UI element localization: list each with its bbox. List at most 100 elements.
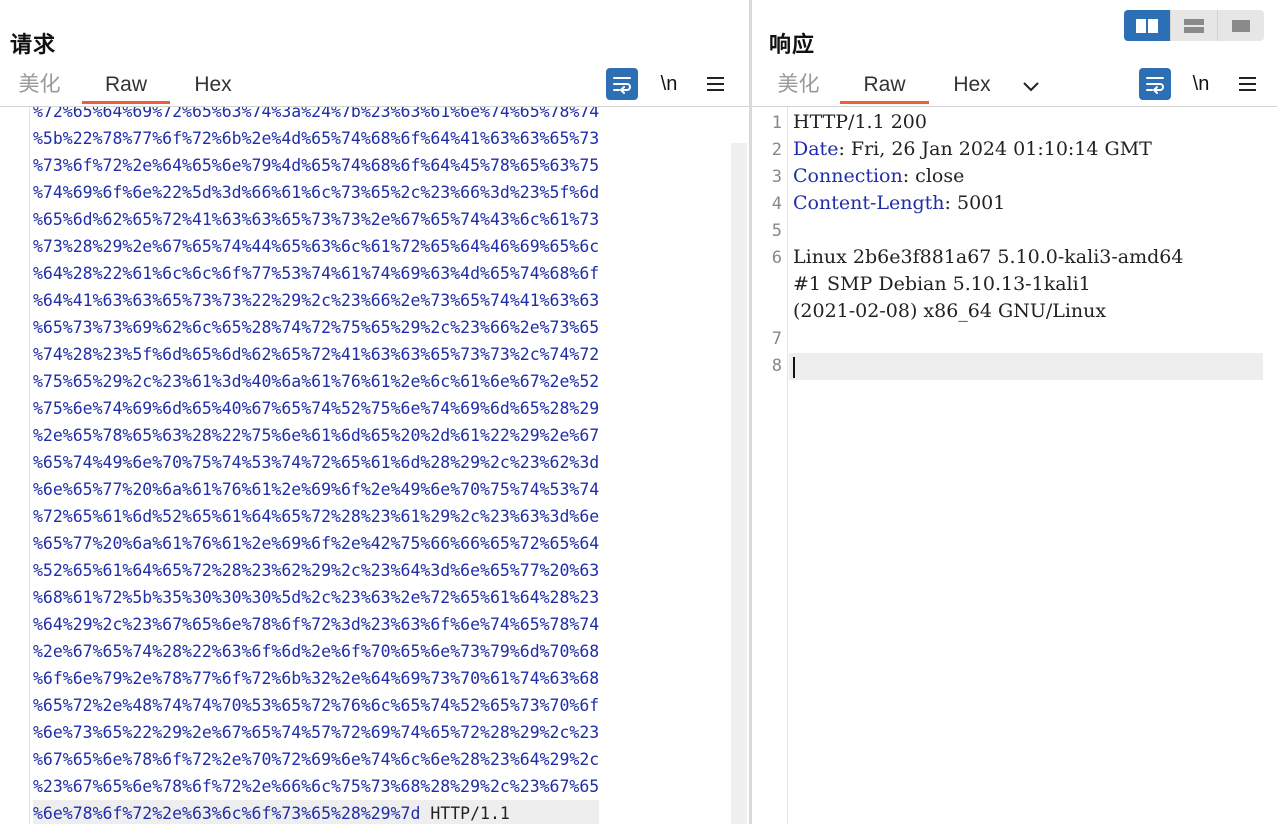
request-line: %23%67%65%6e%78%6f%72%2e%66%6c%75%73%68%… <box>33 773 599 800</box>
request-line: %2e%65%78%65%63%28%22%75%6e%61%6d%65%20%… <box>33 422 599 449</box>
request-line: %6e%65%77%20%6a%61%76%61%2e%69%6f%2e%49%… <box>33 476 599 503</box>
encoded-payload-text: %74%69%6f%6e%22%5d%3d%66%61%6c%73%65%2c%… <box>33 183 600 202</box>
wrap-lines-button[interactable] <box>1139 68 1171 100</box>
menu-icon-bar <box>1238 89 1256 91</box>
encoded-payload-text: %64%28%22%61%6c%6c%6f%77%53%74%61%74%69%… <box>33 264 600 283</box>
encoded-payload-text: %6e%65%77%20%6a%61%76%61%2e%69%6f%2e%49%… <box>33 480 600 499</box>
request-editor[interactable]: %72%65%64%69%72%65%63%74%3a%24%7b%23%63%… <box>0 107 749 824</box>
request-line: %6e%73%65%22%29%2e%67%65%74%57%72%69%74%… <box>33 719 599 746</box>
header-value: Fri, 26 Jan 2024 01:10:14 GMT <box>844 138 1152 160</box>
request-pane: 请求 美化 Raw Hex \n %72%65%64%69%72%65%63%7… <box>0 0 749 824</box>
request-line: %65%73%73%69%62%6c%65%28%74%72%75%65%29%… <box>33 314 599 341</box>
request-line: %52%65%61%64%65%72%28%23%62%29%2c%23%64%… <box>33 557 599 584</box>
encoded-payload-text: %73%6f%72%2e%64%65%6e%79%4d%65%74%68%6f%… <box>33 156 600 175</box>
encoded-payload-text: %74%28%23%5f%6d%65%6d%62%65%72%41%63%63%… <box>33 345 600 364</box>
request-lines: %72%65%64%69%72%65%63%74%3a%24%7b%23%63%… <box>33 107 600 824</box>
encoded-payload-text: %64%29%2c%23%67%65%6e%78%6f%72%3d%23%63%… <box>33 615 600 634</box>
line-number: 7 <box>771 329 782 349</box>
menu-icon-bar <box>706 83 724 85</box>
line-number: 6 <box>771 248 782 268</box>
request-line: %6f%6e%79%2e%78%77%6f%72%6b%32%2e%64%69%… <box>33 665 599 692</box>
columns-icon <box>1136 18 1158 33</box>
encoded-payload-text: %75%65%29%2c%23%61%3d%40%6a%61%76%61%2e%… <box>33 372 600 391</box>
request-line: %72%65%61%6d%52%65%61%64%65%72%28%23%61%… <box>33 503 599 530</box>
encoded-payload-text: %2e%67%65%74%28%22%63%6f%6d%2e%6f%70%65%… <box>33 642 600 661</box>
request-scrollbar[interactable] <box>731 143 747 824</box>
header-key: Date <box>793 138 839 160</box>
encoded-payload-text: %65%74%49%6e%70%75%74%53%74%72%65%61%6d%… <box>33 453 600 472</box>
encoded-payload-text: %64%41%63%63%65%73%73%22%29%2c%23%66%2e%… <box>33 291 600 310</box>
header-value: 5001 <box>950 192 1006 214</box>
request-line: %75%65%29%2c%23%61%3d%40%6a%61%76%61%2e%… <box>33 368 599 395</box>
request-line: %73%28%29%2e%67%65%74%44%65%63%6c%61%72%… <box>33 233 599 260</box>
encoded-payload-text: %65%77%20%6a%61%76%61%2e%69%6f%2e%42%75%… <box>33 534 600 553</box>
request-line: %65%74%49%6e%70%75%74%53%74%72%65%61%6d%… <box>33 449 599 476</box>
response-title: 响应 <box>769 33 816 58</box>
request-line: %64%29%2c%23%67%65%6e%78%6f%72%3d%23%63%… <box>33 611 599 638</box>
request-line: %64%28%22%61%6c%6c%6f%77%53%74%61%74%69%… <box>33 260 599 287</box>
layout-tabs-button[interactable] <box>1217 10 1264 41</box>
layout-toggle <box>1124 10 1264 41</box>
header-key: Connection <box>793 165 903 187</box>
encoded-payload-text: %2e%65%78%65%63%28%22%75%6e%61%6d%65%20%… <box>33 426 600 445</box>
show-newlines-button[interactable]: \n <box>1185 68 1217 100</box>
header-line: Date: Fri, 26 Jan 2024 01:10:14 GMT <box>793 138 1152 160</box>
layout-side-by-side-button[interactable] <box>1124 10 1170 41</box>
header-key: Content-Length <box>793 192 945 214</box>
request-menu-button[interactable] <box>699 68 731 100</box>
status-line: HTTP/1.1 200 <box>793 111 927 133</box>
encoded-payload-text: %75%6e%74%69%6d%65%40%67%65%74%52%75%6e%… <box>33 399 600 418</box>
chevron-down-icon <box>1023 82 1039 92</box>
menu-icon-bar <box>706 89 724 91</box>
line-number: 8 <box>771 356 782 376</box>
body-line: #1 SMP Debian 5.10.13-1kali1 <box>793 273 1091 295</box>
request-line: %2e%67%65%74%28%22%63%6f%6d%2e%6f%70%65%… <box>33 638 599 665</box>
rows-icon <box>1184 18 1204 33</box>
show-newlines-button[interactable]: \n <box>653 68 685 100</box>
tab-hex[interactable]: Hex <box>949 70 995 104</box>
http-version-text: HTTP/1.1 <box>420 804 510 823</box>
response-editor[interactable]: 1 HTTP/1.1 200 2 Date: Fri, 26 Jan 2024 … <box>752 107 1277 824</box>
tab-raw[interactable]: Raw <box>840 70 929 104</box>
tab-pretty[interactable]: 美化 <box>17 70 62 104</box>
line-number: 5 <box>771 221 782 241</box>
encoded-payload-text: %6e%73%65%22%29%2e%67%65%74%57%72%69%74%… <box>33 723 600 742</box>
line-number: 3 <box>771 167 782 187</box>
encoded-payload-text: %65%6d%62%65%72%41%63%63%65%73%73%2e%67%… <box>33 210 600 229</box>
encoded-payload-text: %65%73%73%69%62%6c%65%28%74%72%75%65%29%… <box>33 318 600 337</box>
encoded-payload-text: %52%65%61%64%65%72%28%23%62%29%2c%23%64%… <box>33 561 600 580</box>
body-line: (2021-02-08) x86_64 GNU/Linux <box>793 300 1107 322</box>
encoded-payload-text: %6e%78%6f%72%2e%63%6c%6f%73%65%28%29%7d <box>33 804 421 823</box>
request-line: %74%28%23%5f%6d%65%6d%62%65%72%41%63%63%… <box>33 341 599 368</box>
request-line: %65%72%2e%48%74%74%70%53%65%72%76%6c%65%… <box>33 692 599 719</box>
current-line-highlight <box>789 353 1263 380</box>
response-menu-button[interactable] <box>1231 68 1263 100</box>
request-line: %74%69%6f%6e%22%5d%3d%66%61%6c%73%65%2c%… <box>33 179 599 206</box>
line-number: 2 <box>771 140 782 160</box>
encoded-payload-text: %72%65%64%69%72%65%63%74%3a%24%7b%23%63%… <box>33 107 600 121</box>
encoded-payload-text: %5b%22%78%77%6f%72%6b%2e%4d%65%74%68%6f%… <box>33 129 600 148</box>
tab-pretty[interactable]: 美化 <box>776 70 821 104</box>
request-line: %65%6d%62%65%72%41%63%63%65%73%73%2e%67%… <box>33 206 599 233</box>
tab-hex[interactable]: Hex <box>190 70 236 104</box>
encoded-payload-text: %72%65%61%6d%52%65%61%64%65%72%28%23%61%… <box>33 507 600 526</box>
request-line-gutter <box>0 107 30 824</box>
request-line: %64%41%63%63%65%73%73%22%29%2c%23%66%2e%… <box>33 287 599 314</box>
tab-raw[interactable]: Raw <box>82 70 170 104</box>
tabs-dropdown[interactable] <box>1018 70 1044 104</box>
request-line: %72%65%64%69%72%65%63%74%3a%24%7b%23%63%… <box>33 107 599 125</box>
encoded-payload-text: %6f%6e%79%2e%78%77%6f%72%6b%32%2e%64%69%… <box>33 669 600 688</box>
request-line: %67%65%6e%78%6f%72%2e%70%72%69%6e%74%6c%… <box>33 746 599 773</box>
wrap-lines-button[interactable] <box>606 68 638 100</box>
encoded-payload-text: %23%67%65%6e%78%6f%72%2e%66%6c%75%73%68%… <box>33 777 600 796</box>
line-number: 1 <box>771 113 782 133</box>
text-caret <box>793 357 795 378</box>
header-line: Connection: close <box>793 165 965 187</box>
layout-top-bottom-button[interactable] <box>1170 10 1217 41</box>
encoded-payload-text: %73%28%29%2e%67%65%74%44%65%63%6c%61%72%… <box>33 237 600 256</box>
menu-icon-bar <box>1238 77 1256 79</box>
encoded-payload-text: %68%61%72%5b%35%30%30%30%5d%2c%23%63%2e%… <box>33 588 600 607</box>
header-line: Content-Length: 5001 <box>793 192 1006 214</box>
request-title: 请求 <box>10 33 57 58</box>
response-line-gutter <box>752 107 788 824</box>
